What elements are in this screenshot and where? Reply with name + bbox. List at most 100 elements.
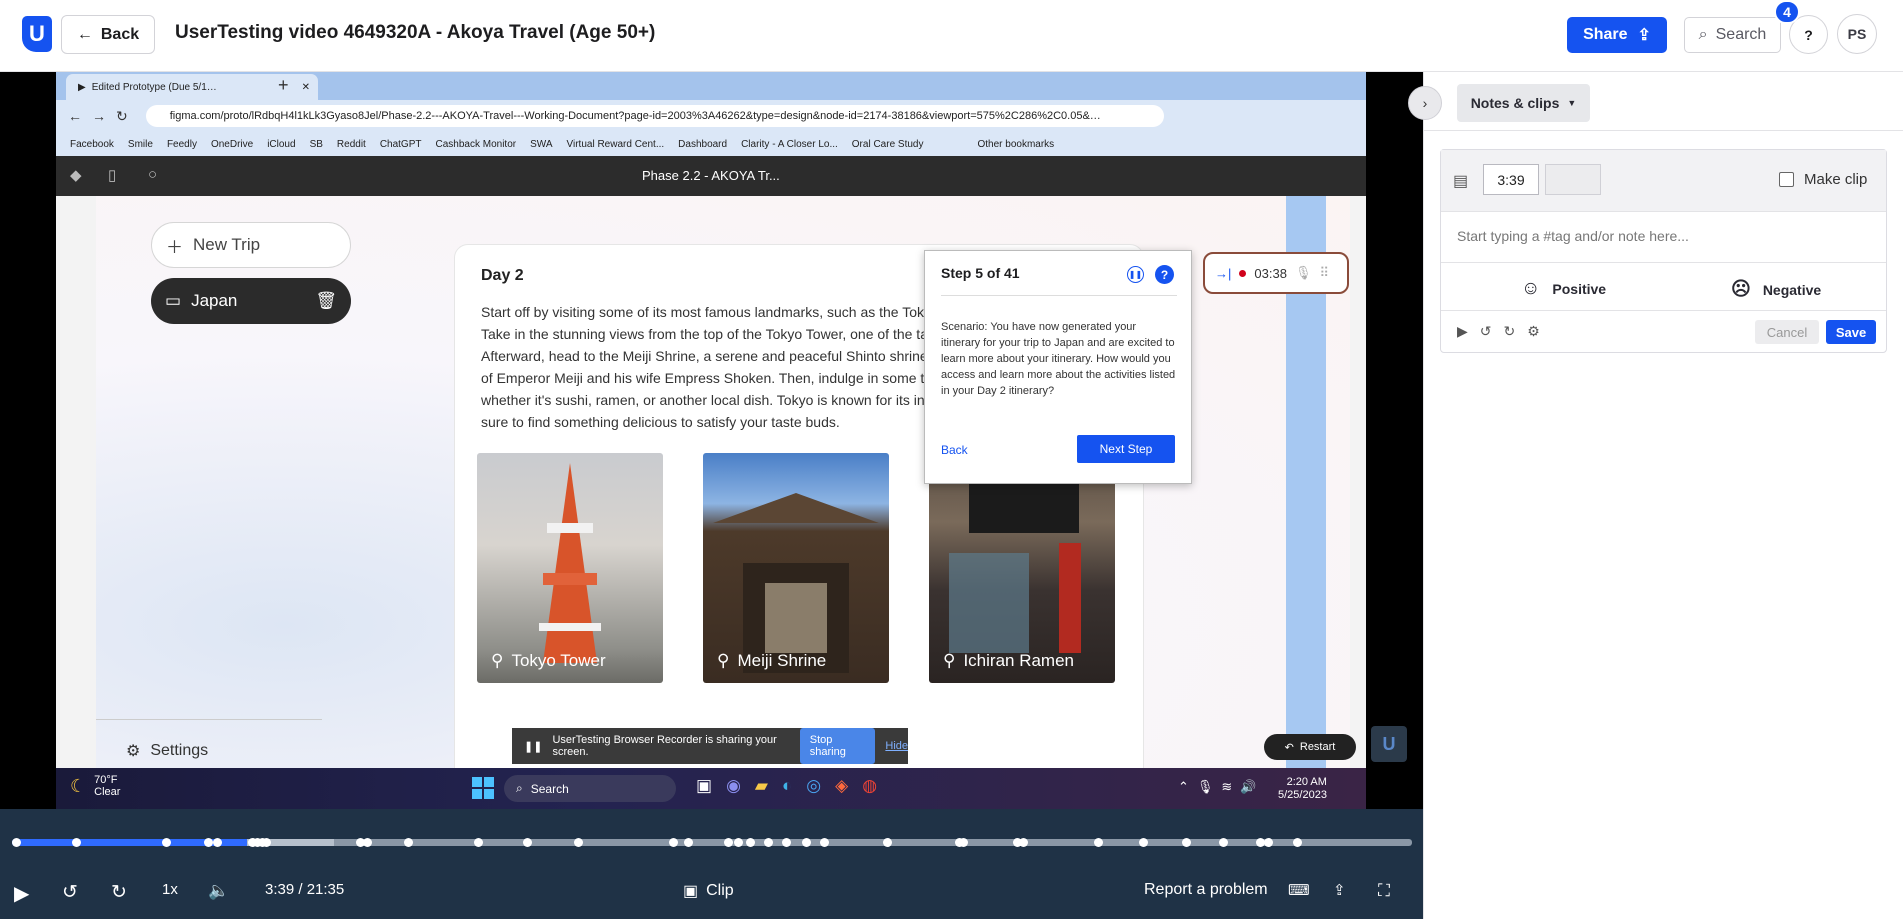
fullscreen-icon[interactable]: ⛶ xyxy=(1378,881,1390,901)
timeline-marker[interactable] xyxy=(820,838,829,847)
share-label: Share xyxy=(1583,26,1628,43)
player-controls: ▶ ↺ ↻ 1x 🔈 3:39 / 21:35 ▣ Clip Report a … xyxy=(0,809,1423,919)
positive-button[interactable]: ☺ Positive xyxy=(1521,278,1606,300)
url-field: figma.com/proto/lRdbqH4l1kLk3Gyaso8Jel/P… xyxy=(145,105,1164,127)
timeline-marker[interactable] xyxy=(669,838,678,847)
close-tab-icon: ✕ xyxy=(301,81,310,93)
figma-file-title: Phase 2.2 - AKOYA Tr... xyxy=(642,168,780,183)
forward-icon[interactable]: ↻ xyxy=(1504,323,1516,340)
comment-icon: ○ xyxy=(148,166,158,183)
sidebar-divider xyxy=(96,719,322,720)
bookmark: Other bookmarks xyxy=(977,138,1055,150)
bookmark: Facebook xyxy=(70,138,114,150)
microphone-icon: 🎙 xyxy=(1294,265,1312,280)
rewind-icon[interactable]: ↺ xyxy=(62,881,78,904)
timeline-marker[interactable] xyxy=(1094,838,1103,847)
moon-icon: ☾ xyxy=(70,776,87,796)
popup-divider xyxy=(941,295,1177,296)
share-button[interactable]: Share ⇪ xyxy=(1567,17,1667,53)
place-card-meiji-shrine: ⚲ Meiji Shrine xyxy=(703,453,889,683)
timeline-marker[interactable] xyxy=(12,838,21,847)
timeline-marker[interactable] xyxy=(262,838,271,847)
timeline-marker[interactable] xyxy=(1264,838,1273,847)
keyboard-icon[interactable]: ⌨ xyxy=(1288,881,1310,899)
play-icon[interactable]: ▶ xyxy=(1457,323,1468,340)
report-problem-link[interactable]: Report a problem xyxy=(1144,881,1268,899)
clock-time: 2:20 AM xyxy=(1286,776,1327,788)
timeline-marker[interactable] xyxy=(72,838,81,847)
timeline-marker[interactable] xyxy=(684,838,693,847)
chrome-icon: ◍ xyxy=(862,776,878,795)
timeline-marker[interactable] xyxy=(1182,838,1191,847)
save-button[interactable]: Save xyxy=(1826,320,1876,344)
rewind-icon[interactable]: ↺ xyxy=(1480,323,1492,340)
timeline-marker[interactable] xyxy=(883,838,892,847)
timeline-marker[interactable] xyxy=(404,838,413,847)
timeline-marker[interactable] xyxy=(724,838,733,847)
trip-label: Japan xyxy=(191,291,238,310)
recording-elapsed: 03:38 xyxy=(1254,265,1287,281)
chevron-right-icon: › xyxy=(1422,95,1428,111)
video-timeline[interactable] xyxy=(12,838,1412,847)
recording-indicator: →| 03:38 🎙 ⠿ xyxy=(1203,252,1349,294)
tokyo-tower-image xyxy=(539,463,601,663)
gear-icon[interactable]: ⚙ xyxy=(1527,323,1540,340)
meiji-shrine-image xyxy=(713,493,879,673)
clip-label: Clip xyxy=(706,882,734,899)
note-editor-header: ▤ 3:39 Make clip xyxy=(1441,150,1886,212)
place-label: ⚲ Ichiran Ramen xyxy=(943,651,1074,671)
play-icon[interactable]: ▶ xyxy=(14,881,29,906)
clip-end-time[interactable] xyxy=(1545,164,1601,195)
negative-button[interactable]: ☹ Negative xyxy=(1731,278,1821,301)
ichiran-ramen-image xyxy=(949,483,1081,653)
timeline-marker[interactable] xyxy=(734,838,743,847)
timeline-marker[interactable] xyxy=(574,838,583,847)
drag-handle-icon: ⠿ xyxy=(1319,265,1329,280)
volume-icon[interactable]: 🔈 xyxy=(208,881,229,901)
timeline-marker[interactable] xyxy=(764,838,773,847)
export-icon[interactable]: ⇪ xyxy=(1333,881,1346,899)
timeline-marker[interactable] xyxy=(1019,838,1028,847)
bookmark: Reddit xyxy=(336,138,366,150)
make-clip-checkbox[interactable] xyxy=(1779,172,1794,187)
notes-clips-dropdown[interactable]: Notes & clips ▼ xyxy=(1457,84,1590,122)
forward-icon[interactable]: ↻ xyxy=(111,881,127,904)
location-pin-icon: ⚲ xyxy=(943,651,956,670)
day-title: Day 2 xyxy=(481,267,524,284)
note-input[interactable]: Start typing a #tag and/or note here... xyxy=(1457,228,1689,244)
usertesting-logo[interactable]: U xyxy=(22,16,52,52)
search-button[interactable]: ⌕ Search xyxy=(1684,17,1781,53)
collapse-panel-button[interactable]: › xyxy=(1408,86,1442,120)
playback-speed[interactable]: 1x xyxy=(162,881,178,898)
plus-icon: ＋ xyxy=(166,237,183,257)
timeline-marker[interactable] xyxy=(782,838,791,847)
cancel-button[interactable]: Cancel xyxy=(1755,320,1819,344)
timeline-marker[interactable] xyxy=(959,838,968,847)
stop-sharing-button: Stop sharing xyxy=(799,728,876,764)
back-button[interactable]: ← Back xyxy=(61,15,155,54)
timeline-marker[interactable] xyxy=(363,838,372,847)
notification-badge[interactable]: 4 xyxy=(1774,0,1800,24)
timeline-marker[interactable] xyxy=(474,838,483,847)
timeline-marker[interactable] xyxy=(802,838,811,847)
timeline-marker[interactable] xyxy=(162,838,171,847)
sharing-text: UserTesting Browser Recorder is sharing … xyxy=(552,734,777,758)
caret-down-icon: ▼ xyxy=(1567,98,1577,108)
timeline-marker[interactable] xyxy=(213,838,222,847)
timeline-marker[interactable] xyxy=(204,838,213,847)
negative-label: Negative xyxy=(1762,281,1822,298)
make-clip-toggle[interactable]: Make clip xyxy=(1779,171,1867,188)
bookmark: SB xyxy=(309,138,323,150)
video-area[interactable]: ▶ Edited Prototype (Due 5/1… ✕ + ←→↻ fig… xyxy=(0,72,1423,809)
clip-button[interactable]: ▣ Clip xyxy=(683,881,734,901)
timeline-marker[interactable] xyxy=(523,838,532,847)
timeline-marker[interactable] xyxy=(1219,838,1228,847)
avatar[interactable]: PS xyxy=(1837,14,1877,54)
timeline-marker[interactable] xyxy=(1139,838,1148,847)
timeline-marker[interactable] xyxy=(1293,838,1302,847)
clip-start-time[interactable]: 3:39 xyxy=(1483,164,1539,195)
chat-icon: ▭ xyxy=(165,291,182,310)
timeline-marker[interactable] xyxy=(746,838,755,847)
pause-icon: ❚❚ xyxy=(524,740,543,753)
browser-urlbar: ←→↻ figma.com/proto/lRdbqH4l1kLk3Gyaso8J… xyxy=(56,100,1366,132)
